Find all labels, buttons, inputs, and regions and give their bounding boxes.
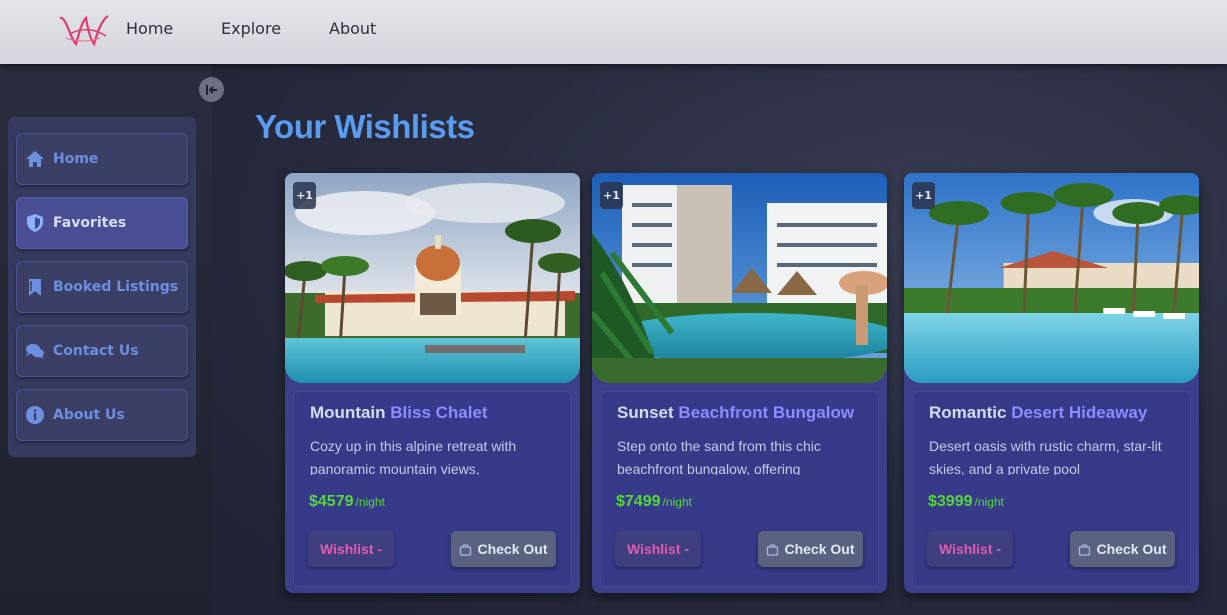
price-unit: /night (355, 495, 385, 509)
sidebar-item-label: Home (53, 151, 99, 167)
listing-card-body: Sunset Beachfront Bungalow Step onto the… (600, 391, 879, 587)
sidebar-item-favorites[interactable]: Favorites (16, 197, 188, 249)
listing-title: Sunset Beachfront Bungalow (617, 403, 875, 423)
listing-photo (285, 173, 580, 383)
nav-explore-link[interactable]: Explore (221, 19, 281, 38)
price-amount: $7499 (616, 493, 661, 510)
shopping-bag-icon (767, 543, 779, 556)
remove-wishlist-button[interactable]: Wishlist - (927, 531, 1013, 567)
page-title: Your Wishlists (255, 108, 475, 145)
extra-count-badge: +1 (600, 182, 623, 209)
sidebar-item-contact-us[interactable]: Contact Us (16, 325, 188, 377)
sidebar: Home Favorites Booked Listings Contact U… (8, 117, 196, 457)
price-unit: /night (662, 495, 692, 509)
sidebar-item-label: Favorites (53, 215, 127, 231)
nav-about-link[interactable]: About (329, 19, 376, 38)
listing-card-body: Romantic Desert Hideaway Desert oasis wi… (912, 391, 1191, 587)
brand-logo-icon[interactable] (56, 8, 110, 50)
remove-wishlist-button[interactable]: Wishlist - (615, 531, 701, 567)
check-out-button[interactable]: Check Out (1070, 531, 1175, 567)
listing-description: Cozy up in this alpine retreat with pano… (310, 438, 517, 475)
home-icon (26, 151, 44, 167)
info-circle-icon (26, 406, 44, 424)
bookmark-icon (29, 279, 41, 296)
check-out-label: Check Out (784, 541, 855, 557)
listing-title-first-word: Mountain (310, 403, 386, 422)
listing-price: $4579/night (309, 493, 385, 511)
listing-card-body: Mountain Bliss Chalet Cozy up in this al… (293, 391, 572, 587)
price-unit: /night (974, 495, 1004, 509)
listing-title-first-word: Sunset (617, 403, 674, 422)
listing-price: $7499/night (616, 493, 692, 511)
check-out-label: Check Out (477, 541, 548, 557)
check-out-button[interactable]: Check Out (451, 531, 556, 567)
sidebar-item-booked-listings[interactable]: Booked Listings (16, 261, 188, 313)
listing-card[interactable]: +1 Sunset Beachfront Bungalow Step onto … (592, 173, 887, 593)
listing-card[interactable]: +1 Romantic Desert Hideaway Desert oasis… (904, 173, 1199, 593)
listing-photo (904, 173, 1199, 383)
shopping-bag-icon (460, 543, 472, 556)
check-out-label: Check Out (1096, 541, 1167, 557)
sidebar-item-about-us[interactable]: About Us (16, 389, 188, 441)
extra-count-badge: +1 (293, 182, 316, 209)
listing-card[interactable]: +1 Mountain Bliss Chalet Cozy up in this… (285, 173, 580, 593)
top-navbar: Home Explore About (0, 0, 1227, 64)
listing-title-rest: Beachfront Bungalow (678, 403, 855, 422)
listing-description: Desert oasis with rustic charm, star-lit… (929, 438, 1162, 475)
shopping-bag-icon (1079, 543, 1091, 556)
sidebar-item-label: About Us (53, 407, 125, 423)
sidebar-item-home[interactable]: Home (16, 133, 188, 185)
listing-title-rest: Bliss Chalet (390, 403, 488, 422)
shield-icon (27, 214, 43, 232)
listing-description: Step onto the sand from this chic beachf… (617, 438, 821, 475)
listing-title-rest: Desert Hideaway (1011, 403, 1148, 422)
price-amount: $3999 (928, 493, 973, 510)
extra-count-badge: +1 (912, 182, 935, 209)
arrow-left-to-bar-icon (205, 84, 217, 95)
listing-title-first-word: Romantic (929, 403, 1007, 422)
listing-photo (592, 173, 887, 383)
listing-title: Mountain Bliss Chalet (310, 403, 568, 423)
check-out-button[interactable]: Check Out (758, 531, 863, 567)
nav-home-link[interactable]: Home (126, 19, 173, 38)
chat-bubbles-icon (26, 344, 44, 359)
listing-title: Romantic Desert Hideaway (929, 403, 1187, 423)
listing-price: $3999/night (928, 493, 1004, 511)
price-amount: $4579 (309, 493, 354, 510)
sidebar-item-label: Contact Us (53, 343, 139, 359)
sidebar-item-label: Booked Listings (53, 279, 179, 295)
sidebar-collapse-button[interactable] (199, 77, 224, 102)
remove-wishlist-button[interactable]: Wishlist - (308, 531, 394, 567)
